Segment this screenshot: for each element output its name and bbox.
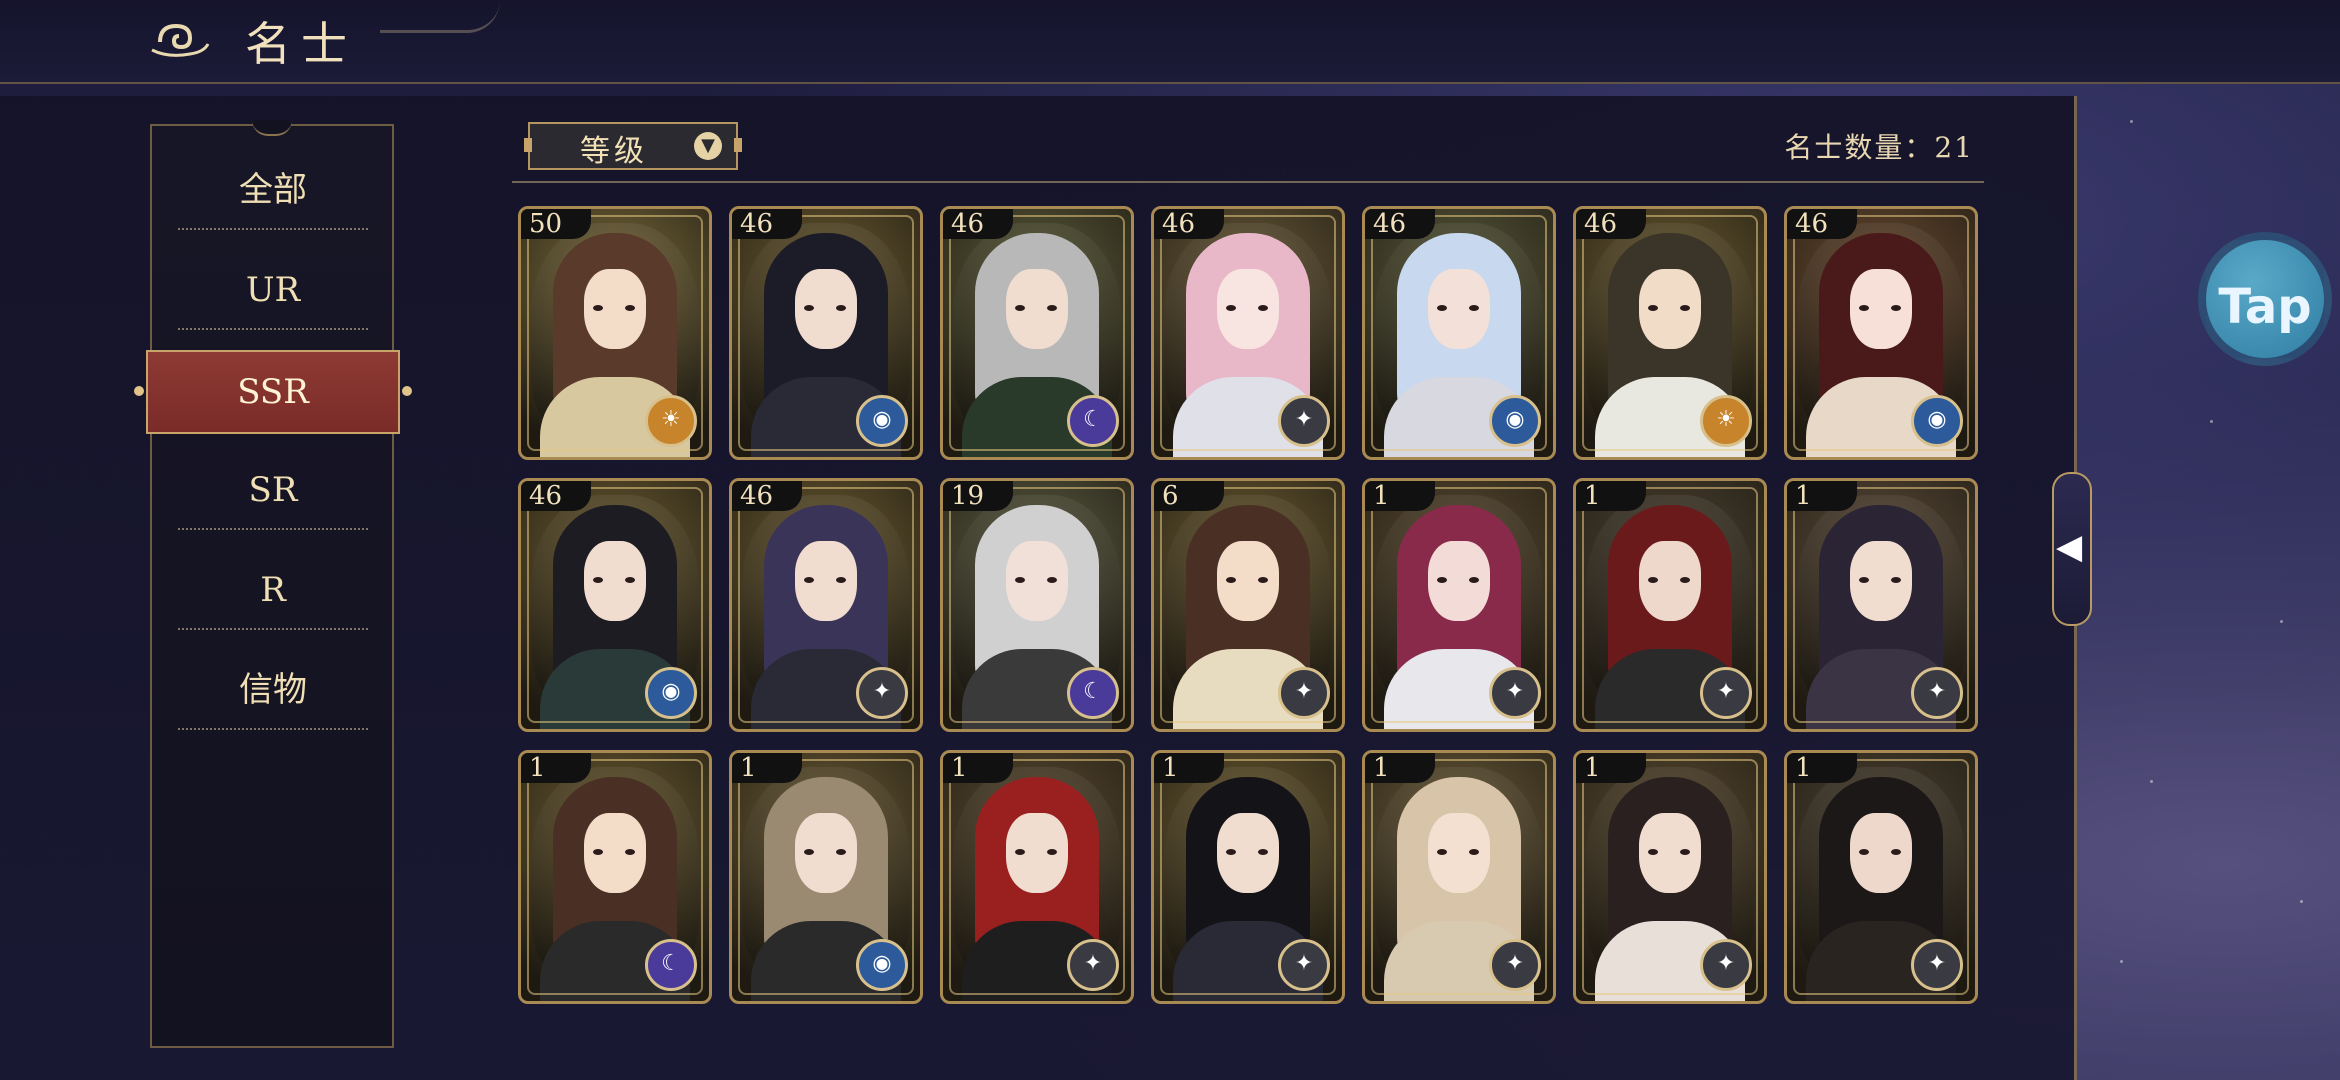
moon-medallion-icon: ☾ [1067, 667, 1119, 719]
sidebar-notch [252, 120, 292, 136]
level-badge: 50 [521, 209, 591, 239]
level-badge: 46 [1365, 209, 1435, 239]
sidebar-item-label: R [260, 570, 286, 610]
character-card[interactable]: 46 ◉ [1784, 206, 1978, 460]
sidebar-item-label: SR [248, 470, 298, 510]
sidebar-item-r[interactable]: R [178, 550, 368, 630]
compass-icon: ✦ [1067, 939, 1119, 991]
collapse-panel-tab[interactable]: ◀ [2052, 472, 2092, 626]
moon-medallion-icon: ☾ [645, 939, 697, 991]
character-count: 名士数量：21 [1784, 131, 1974, 164]
level-badge: 46 [732, 209, 802, 239]
character-card[interactable]: 1 ✦ [1151, 750, 1345, 1004]
level-badge: 1 [1576, 481, 1646, 511]
sun-medallion-icon: ☀ [1700, 395, 1752, 447]
chevron-down-icon: ▼ [694, 132, 722, 160]
character-card[interactable]: 19 ☾ [940, 478, 1134, 732]
character-card[interactable]: 46 ☾ [940, 206, 1134, 460]
eye-medallion-icon: ◉ [1911, 395, 1963, 447]
arrow-left-icon: ◀ [2056, 527, 2083, 567]
level-badge: 6 [1154, 481, 1224, 511]
divider [512, 181, 1984, 183]
character-card[interactable]: 1 ☾ [518, 750, 712, 1004]
tap-button[interactable]: Tap [2198, 232, 2332, 366]
level-badge: 46 [521, 481, 591, 511]
compass-icon: ✦ [856, 667, 908, 719]
dotted-separator [178, 228, 368, 230]
top-header: 名士 [0, 0, 2340, 84]
eye-medallion-icon: ◉ [1489, 395, 1541, 447]
character-card[interactable]: 46 ◉ [729, 206, 923, 460]
sidebar-item-label: 信物 [239, 670, 307, 710]
compass-icon: ✦ [1489, 667, 1541, 719]
character-card[interactable]: 50 ☀ [518, 206, 712, 460]
compass-icon: ✦ [1700, 667, 1752, 719]
character-card[interactable]: 1 ✦ [940, 750, 1134, 1004]
rarity-sidebar: 全部 UR SSR SR R 信物 [134, 120, 412, 1048]
level-badge: 1 [732, 753, 802, 783]
sort-dropdown[interactable]: 等级 ▼ [524, 122, 742, 170]
character-card[interactable]: 1 ✦ [1573, 750, 1767, 1004]
sun-medallion-icon: ☀ [645, 395, 697, 447]
sidebar-item-ssr[interactable]: SSR [134, 350, 412, 434]
sidebar-item-全部[interactable]: 全部 [178, 150, 368, 230]
character-card[interactable]: 1 ✦ [1362, 478, 1556, 732]
compass-icon: ✦ [1911, 667, 1963, 719]
character-card[interactable]: 46 ◉ [518, 478, 712, 732]
level-badge: 1 [1576, 753, 1646, 783]
level-badge: 46 [1787, 209, 1857, 239]
dotted-separator [178, 728, 368, 730]
level-badge: 1 [1365, 481, 1435, 511]
character-card[interactable]: 46 ☀ [1573, 206, 1767, 460]
level-badge: 19 [943, 481, 1013, 511]
character-card[interactable]: 1 ✦ [1784, 750, 1978, 1004]
sidebar-item-sr[interactable]: SR [178, 450, 368, 530]
sidebar-item-信物[interactable]: 信物 [178, 650, 368, 730]
level-badge: 46 [1576, 209, 1646, 239]
character-card[interactable]: 6 ✦ [1151, 478, 1345, 732]
level-badge: 1 [1787, 753, 1857, 783]
level-badge: 1 [943, 753, 1013, 783]
dotted-separator [178, 328, 368, 330]
level-badge: 46 [732, 481, 802, 511]
compass-icon: ✦ [1911, 939, 1963, 991]
eye-medallion-icon: ◉ [645, 667, 697, 719]
sidebar-item-ur[interactable]: UR [178, 250, 368, 330]
header-ornament [380, 0, 500, 33]
level-badge: 1 [521, 753, 591, 783]
level-badge: 46 [1154, 209, 1224, 239]
compass-icon: ✦ [1278, 939, 1330, 991]
eye-medallion-icon: ◉ [856, 395, 908, 447]
character-card[interactable]: 46 ◉ [1362, 206, 1556, 460]
character-card[interactable]: 46 ✦ [1151, 206, 1345, 460]
level-badge: 1 [1154, 753, 1224, 783]
sort-label: 等级 [580, 134, 648, 169]
character-card[interactable]: 1 ✦ [1362, 750, 1556, 1004]
character-card[interactable]: 1 ✦ [1573, 478, 1767, 732]
cloud-swirl-icon [151, 23, 210, 57]
dotted-separator [178, 528, 368, 530]
character-card[interactable]: 46 ✦ [729, 478, 923, 732]
compass-icon: ✦ [1700, 939, 1752, 991]
eye-medallion-icon: ◉ [856, 939, 908, 991]
moon-medallion-icon: ☾ [1067, 395, 1119, 447]
compass-icon: ✦ [1489, 939, 1541, 991]
page-title: 名士 [245, 17, 357, 71]
character-card[interactable]: 1 ◉ [729, 750, 923, 1004]
sidebar-item-label: 全部 [239, 170, 307, 210]
sidebar-item-label: SSR [237, 372, 309, 412]
level-badge: 1 [1365, 753, 1435, 783]
sidebar-item-label: UR [245, 270, 301, 310]
character-card[interactable]: 1 ✦ [1784, 478, 1978, 732]
dotted-separator [178, 628, 368, 630]
level-badge: 1 [1787, 481, 1857, 511]
level-badge: 46 [943, 209, 1013, 239]
compass-icon: ✦ [1278, 395, 1330, 447]
compass-icon: ✦ [1278, 667, 1330, 719]
